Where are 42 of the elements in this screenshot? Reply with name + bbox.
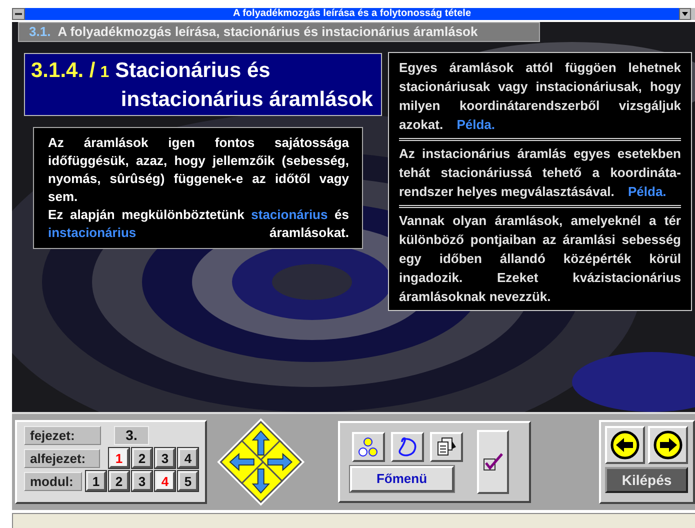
page-number: 1 (100, 63, 110, 83)
next-button[interactable] (648, 426, 688, 464)
note-paragraph: Vannak olyan áramlások, amelyeknél a tér különböző pontjaiban az áramlási sebesség egy időben állandó középérték körül ingadozik. Ezeket kvázistacionárius áramlásoknak nevezzük. (399, 212, 681, 306)
intro-paragraph: Ez alapján megkülönböztetünk stacionárius és instacionárius áramlásokat. (48, 206, 349, 242)
example-link[interactable]: Példa. (456, 117, 495, 132)
previous-button[interactable] (605, 426, 646, 464)
field-label: alfejezet: (24, 448, 100, 468)
header-number: 3.1. (29, 23, 51, 42)
section-title: instacionárius áramlások (120, 87, 373, 113)
exit-button[interactable]: Kilépés (605, 467, 688, 493)
chapter-value: 3. (114, 426, 149, 445)
number-button[interactable]: 1 (86, 471, 106, 491)
number-button[interactable]: 4 (178, 448, 198, 468)
number-button[interactable]: 1 (109, 448, 129, 468)
script-button[interactable] (390, 432, 424, 462)
field-label: modul: (24, 472, 82, 490)
field-label: fejezet: (24, 426, 101, 445)
number-button[interactable]: 2 (109, 471, 129, 491)
note-paragraph: Az instacionárius áramlás egyes esetekben tehát stacionáriussá tehető a koordináta-rendszer helyes megválasztásával. Példa. (399, 145, 681, 201)
documents-button[interactable] (430, 432, 463, 462)
number-button[interactable]: 2 (132, 448, 152, 468)
note-paragraph: Egyes áramlások attól függöen lehetnek stacionáriusak vagy instacionáriusak, hogy milyen koordinátarendszerből vizsgáljuk azokat. Példa. (399, 59, 681, 134)
caret-icon (682, 12, 688, 16)
number-button[interactable]: 3 (155, 448, 175, 468)
documents-icon (435, 437, 458, 457)
circles-icon (358, 437, 378, 457)
number-button[interactable]: 3 (132, 471, 152, 491)
check-button[interactable] (476, 430, 509, 494)
script-letter-icon (396, 436, 418, 458)
checkmark-icon (482, 451, 504, 473)
section-number: 3.1.4. / (31, 58, 96, 84)
window-title: A folyadékmozgás leírása és a folytonosság tétele (25, 8, 679, 20)
example-link[interactable]: Példa. (628, 184, 666, 199)
section-title: Stacionárius és (115, 58, 270, 84)
number-button[interactable]: 4 (155, 471, 175, 491)
system-menu-button[interactable] (12, 8, 25, 20)
main-menu-button[interactable]: Főmenü (350, 466, 454, 492)
dropdown-button[interactable] (679, 8, 691, 20)
header-title: A folyadékmozgás leírása, stacionárius és instacionárius áramlások (58, 23, 478, 42)
number-button[interactable]: 5 (178, 471, 198, 491)
diagram-button[interactable] (352, 432, 385, 462)
intro-paragraph: Az áramlások igen fontos sajátossága időfüggésük, azaz, hogy jellemzőik (sebesség, nyomás, sûrûség) függenek-e az időtől vagy sem. (48, 134, 349, 206)
